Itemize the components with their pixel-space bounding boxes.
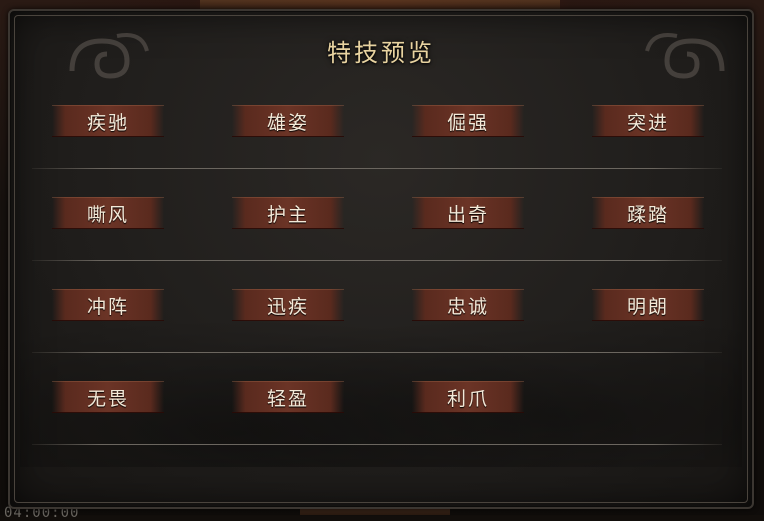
row-divider (32, 168, 722, 169)
skill-row: 疾驰 雄姿 倔强 突进 (24, 93, 724, 185)
skill-label: 疾驰 (86, 111, 129, 134)
skill-button[interactable]: 无畏 (52, 381, 164, 413)
skill-button[interactable]: 倔强 (412, 105, 524, 137)
skill-label: 忠诚 (446, 295, 489, 318)
skill-label: 轻盈 (266, 387, 309, 410)
skill-button[interactable]: 明朗 (592, 289, 704, 321)
row-divider (32, 444, 722, 445)
skill-row: 冲阵 迅疾 忠诚 明朗 (24, 277, 724, 369)
skill-label: 利爪 (446, 387, 489, 410)
skill-label: 无畏 (86, 387, 129, 410)
skill-button[interactable]: 疾驰 (52, 105, 164, 137)
row-divider (32, 260, 722, 261)
skill-button[interactable]: 雄姿 (232, 105, 344, 137)
skill-label: 冲阵 (86, 295, 129, 318)
skill-button[interactable]: 利爪 (412, 381, 524, 413)
skill-label: 护主 (266, 203, 309, 226)
skill-row: 无畏 轻盈 利爪 (24, 369, 724, 461)
skill-button[interactable]: 出奇 (412, 197, 524, 229)
skill-label: 倔强 (446, 111, 489, 134)
skill-label: 雄姿 (266, 111, 309, 134)
skill-preview-panel: 特技预览 疾驰 雄姿 倔强 突进 嘶风 护主 出奇 蹂踏 冲阵 迅疾 忠诚 明朗… (8, 9, 754, 509)
skill-button[interactable]: 轻盈 (232, 381, 344, 413)
skill-button[interactable]: 突进 (592, 105, 704, 137)
skill-button[interactable]: 护主 (232, 197, 344, 229)
row-divider (32, 352, 722, 353)
skill-button[interactable]: 冲阵 (52, 289, 164, 321)
skill-label: 出奇 (446, 203, 489, 226)
panel-title: 特技预览 (327, 39, 435, 67)
skill-grid: 疾驰 雄姿 倔强 突进 嘶风 护主 出奇 蹂踏 冲阵 迅疾 忠诚 明朗 无畏 轻… (24, 93, 724, 461)
skill-label: 嘶风 (86, 203, 129, 226)
skill-label: 突进 (626, 111, 669, 134)
skill-label: 迅疾 (266, 295, 309, 318)
skill-button[interactable]: 迅疾 (232, 289, 344, 321)
skill-button[interactable]: 嘶风 (52, 197, 164, 229)
skill-row: 嘶风 护主 出奇 蹂踏 (24, 185, 724, 277)
skill-button[interactable]: 忠诚 (412, 289, 524, 321)
skill-button[interactable]: 蹂踏 (592, 197, 704, 229)
skill-label: 明朗 (626, 295, 669, 318)
skill-label: 蹂踏 (626, 203, 669, 226)
